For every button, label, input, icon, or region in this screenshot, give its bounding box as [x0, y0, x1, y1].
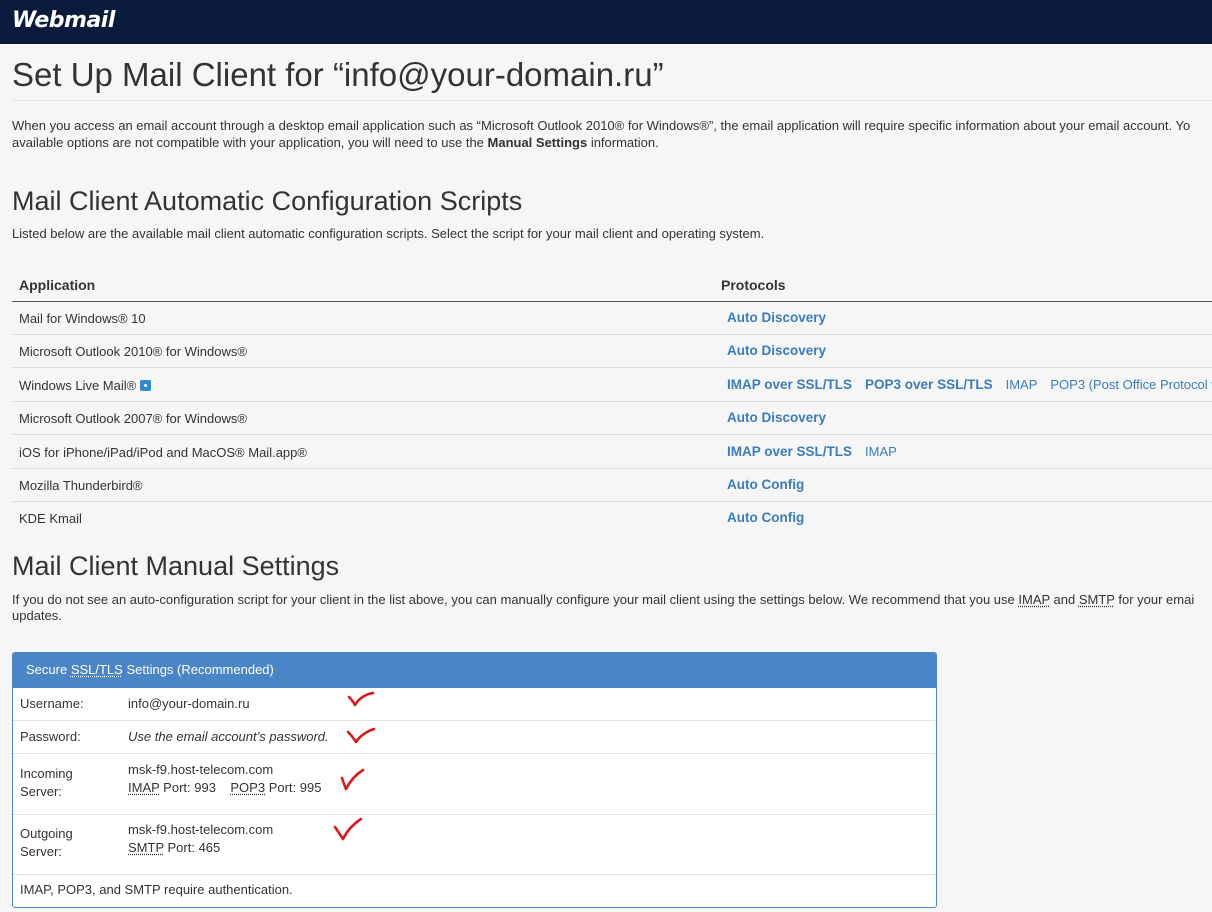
app-name: KDE Kmail — [19, 511, 82, 526]
app-name: iOS for iPhone/iPad/iPod and MacOS® Mail… — [19, 445, 307, 460]
manual-desc-text-end: for your emai — [1114, 592, 1195, 607]
protocol-links: IMAP over SSL/TLS POP3 over SSL/TLS IMAP PO… — [727, 377, 1212, 392]
auto-config-link[interactable]: Auto Config — [727, 510, 804, 525]
protocol-links: Auto Discovery — [727, 310, 839, 325]
outgoing-server-value: msk-f9.host-telecom.com SMTP Port: 465 — [128, 821, 273, 857]
incoming-hostname: msk-f9.host-telecom.com — [128, 762, 274, 777]
auto-config-description: Listed below are the available mail clie… — [12, 226, 765, 241]
outgoing-label-line-1: Outgoing — [20, 826, 73, 841]
auto-config-link[interactable]: Auto Config — [727, 477, 804, 492]
pop3-ssl-link[interactable]: POP3 over SSL/TLS — [865, 377, 993, 392]
app-name: Microsoft Outlook 2010® for Windows® — [19, 344, 247, 359]
table-row: Microsoft Outlook 2010® for Windows® Aut… — [12, 335, 1212, 368]
intro-text: When you access an email account through… — [12, 118, 1212, 151]
auto-discovery-link[interactable]: Auto Discovery — [727, 410, 826, 425]
incoming-server-label: Incoming Server: — [20, 765, 73, 801]
title-divider — [12, 100, 1212, 101]
pop3-abbr: POP3 — [230, 780, 266, 795]
column-header-application: Application — [19, 277, 96, 293]
imap-abbr: IMAP — [128, 780, 160, 795]
smtp-port: Port: 465 — [163, 840, 221, 855]
app-name: Mozilla Thunderbird® — [19, 478, 143, 493]
check-mark-icon — [340, 768, 365, 791]
smtp-abbr: SMTP — [1078, 592, 1115, 607]
outgoing-server-label: Outgoing Server: — [20, 825, 73, 861]
username-value: info@your-domain.ru — [128, 696, 250, 711]
table-row: KDE Kmail Auto Config — [12, 502, 1212, 535]
pop3-link[interactable]: POP3 (Post Office Protocol v3) — [1050, 377, 1212, 392]
top-bar: Webmail — [0, 0, 1212, 44]
authentication-note: IMAP, POP3, and SMTP require authenticat… — [20, 882, 293, 897]
manual-settings-description: If you do not see an auto-configuration … — [12, 592, 1194, 624]
smtp-abbr: SMTP — [128, 840, 164, 855]
intro-line-2-end: information. — [587, 134, 659, 150]
protocol-links: Auto Discovery — [727, 343, 839, 358]
protocol-links: Auto Config — [727, 477, 817, 492]
table-row: Mozilla Thunderbird® Auto Config — [12, 469, 1212, 502]
webmail-logo[interactable]: Webmail — [12, 8, 115, 33]
manual-desc-line-2: updates. — [12, 608, 62, 623]
username-label: Username: — [20, 696, 84, 711]
column-header-protocols: Protocols — [721, 277, 786, 293]
pop3-port: Port: 995 — [265, 780, 322, 795]
check-mark-icon — [346, 727, 376, 744]
panel-title: Secure SSL/TLS Settings (Recommended) — [13, 653, 936, 688]
table-row: Microsoft Outlook 2007® for Windows® Aut… — [12, 402, 1212, 435]
protocol-links: Auto Discovery — [727, 410, 839, 425]
app-name: Windows Live Mail® — [19, 378, 152, 393]
username-row: Username: info@your-domain.ru — [13, 688, 936, 721]
outgoing-server-row: Outgoing Server: msk-f9.host-telecom.com … — [13, 815, 936, 875]
password-value: Use the email account’s password. — [128, 728, 329, 746]
ssl-settings-panel: Secure SSL/TLS Settings (Recommended) Us… — [12, 652, 937, 908]
panel-title-suffix: Settings (Recommended) — [122, 662, 274, 677]
imap-ssl-link[interactable]: IMAP over SSL/TLS — [727, 377, 852, 392]
check-mark-icon — [347, 691, 375, 707]
auto-discovery-link[interactable]: Auto Discovery — [727, 343, 826, 358]
imap-link[interactable]: IMAP — [865, 444, 897, 459]
imap-ssl-link[interactable]: IMAP over SSL/TLS — [727, 444, 852, 459]
app-name: Mail for Windows® 10 — [19, 311, 146, 326]
outgoing-hostname: msk-f9.host-telecom.com — [128, 822, 274, 837]
incoming-label-line-2: Server: — [20, 784, 62, 799]
panel-title-prefix: Secure — [26, 662, 71, 677]
imap-link[interactable]: IMAP — [1006, 377, 1038, 392]
imap-port: Port: 993 — [159, 780, 216, 795]
check-mark-icon — [333, 817, 363, 841]
intro-line-2: available options are not compatible wit… — [12, 134, 488, 150]
table-row: Windows Live Mail® IMAP over SSL/TLS POP3… — [12, 369, 1212, 402]
app-name: Microsoft Outlook 2007® for Windows® — [19, 411, 247, 426]
incoming-server-row: Incoming Server: msk-f9.host-telecom.com … — [13, 754, 936, 815]
manual-desc-text: If you do not see an auto-configuration … — [12, 592, 1019, 607]
manual-settings-heading: Mail Client Manual Settings — [12, 551, 340, 581]
password-label: Password: — [20, 729, 81, 744]
table-row: iOS for iPhone/iPad/iPod and MacOS® Mail… — [12, 436, 1212, 469]
protocol-links: IMAP over SSL/TLS IMAP — [727, 444, 910, 459]
password-row: Password: Use the email account’s passwo… — [13, 721, 936, 754]
imap-abbr: IMAP — [1018, 592, 1050, 607]
app-name-text: Windows Live Mail® — [19, 378, 137, 393]
ssl-tls-abbr: SSL/TLS — [70, 662, 123, 677]
manual-desc-and: and — [1049, 592, 1079, 607]
protocol-links: Auto Config — [727, 510, 817, 525]
outgoing-label-line-2: Server: — [20, 844, 62, 859]
auto-config-heading: Mail Client Automatic Configuration Scri… — [12, 186, 523, 216]
password-hint: Use the email account’s password. — [128, 729, 329, 744]
intro-line-1: When you access an email account through… — [12, 118, 1191, 133]
table-row: Mail for Windows® 10 Auto Discovery — [12, 302, 1212, 335]
auto-discovery-link[interactable]: Auto Discovery — [727, 310, 826, 325]
incoming-server-value: msk-f9.host-telecom.com IMAP Port: 993 P… — [128, 761, 321, 797]
info-tag-icon[interactable] — [140, 380, 152, 391]
manual-settings-emphasis: Manual Settings — [487, 134, 588, 150]
page-title: Set Up Mail Client for “info@your-domain… — [12, 56, 664, 93]
incoming-label-line-1: Incoming — [20, 766, 73, 781]
